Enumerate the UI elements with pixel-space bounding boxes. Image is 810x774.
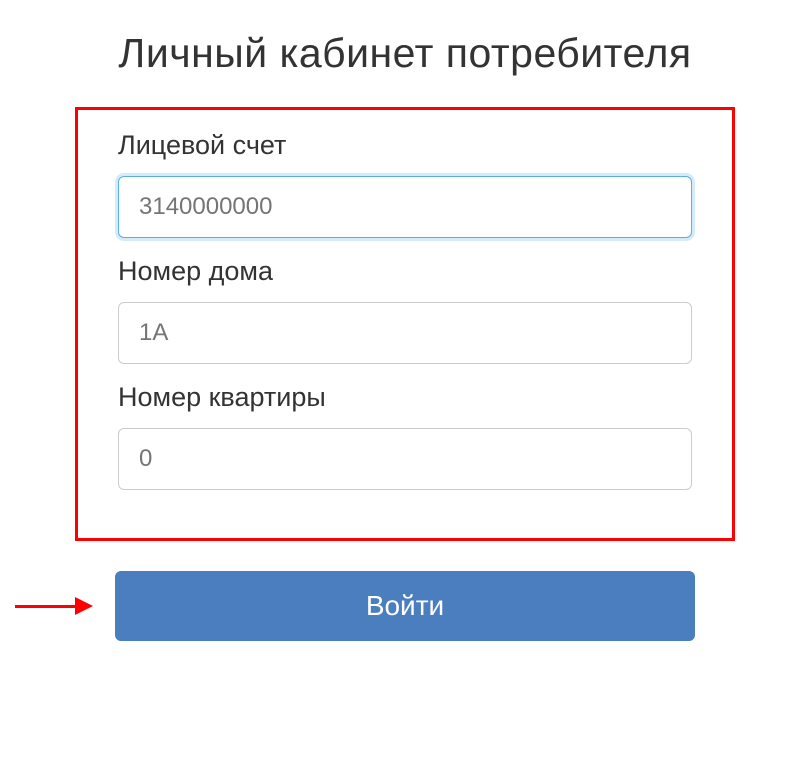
apartment-group: Номер квартиры [118,382,692,490]
account-label: Лицевой счет [118,130,692,161]
submit-row: Войти [75,571,735,641]
house-label: Номер дома [118,256,692,287]
apartment-input[interactable] [118,428,692,490]
arrow-icon [15,591,105,621]
login-form-box: Лицевой счет Номер дома Номер квартиры [75,107,735,541]
house-group: Номер дома [118,256,692,364]
page-title: Личный кабинет потребителя [75,30,735,77]
apartment-label: Номер квартиры [118,382,692,413]
account-group: Лицевой счет [118,130,692,238]
account-input[interactable] [118,176,692,238]
login-button[interactable]: Войти [115,571,695,641]
house-input[interactable] [118,302,692,364]
